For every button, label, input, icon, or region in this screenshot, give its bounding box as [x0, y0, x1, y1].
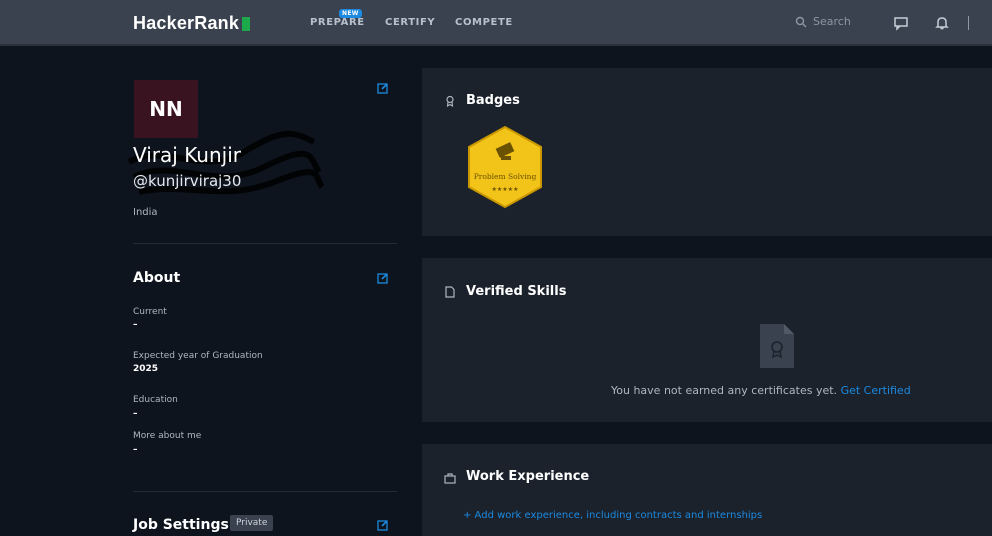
problem-solving-badge[interactable]: Problem Solving ★★★★★ [463, 125, 547, 209]
about-field-value: – [133, 409, 138, 419]
verified-skills-panel [422, 258, 992, 422]
verified-skills-heading: Verified Skills [466, 284, 567, 299]
about-field-value: – [133, 320, 138, 330]
edit-about-icon[interactable] [377, 272, 389, 284]
profile-name: Viraj Kunjir [133, 143, 241, 167]
nav-prepare[interactable]: PREPARE [310, 17, 365, 28]
edit-job-settings-icon[interactable] [377, 519, 389, 531]
badges-heading: Badges [466, 93, 520, 108]
messages-icon[interactable] [893, 15, 909, 31]
get-certified-link[interactable]: Get Certified [841, 384, 911, 397]
notifications-bell-icon[interactable] [934, 15, 950, 31]
profile-username: @kunjirviraj30 [133, 172, 242, 190]
sidebar-divider [133, 243, 397, 244]
profile-country: India [133, 207, 158, 218]
certificate-placeholder-icon [760, 324, 794, 368]
badge-name-label: Problem Solving [474, 172, 537, 181]
badge-ribbon-icon [446, 95, 454, 107]
nav-certify[interactable]: CERTIFY [385, 17, 435, 28]
job-settings-heading: Job Settings [133, 517, 229, 533]
about-field-label: Expected year of Graduation [133, 351, 263, 361]
search-box[interactable]: Search [795, 15, 851, 28]
hackerrank-logo[interactable]: HackerRank [133, 13, 251, 34]
empty-state-text: You have not earned any certificates yet… [611, 384, 838, 397]
work-experience-heading: Work Experience [466, 469, 590, 484]
document-icon [445, 286, 455, 298]
brand-name: HackerRank [133, 13, 240, 33]
about-field-value: 2025 [133, 364, 159, 374]
logo-mark-icon [242, 16, 251, 31]
badge-stars: ★★★★★ [492, 186, 519, 193]
briefcase-icon [444, 473, 456, 484]
about-field-label: Current [133, 307, 167, 317]
work-experience-panel [422, 444, 992, 536]
edit-profile-icon[interactable] [377, 82, 389, 94]
add-work-experience-link[interactable]: + Add work experience, including contrac… [463, 510, 762, 521]
about-field-label: More about me [133, 431, 202, 441]
search-placeholder: Search [813, 15, 851, 28]
about-heading: About [133, 270, 181, 286]
sidebar-divider [133, 491, 397, 492]
nav-separator [968, 16, 969, 30]
no-certificates-message: You have not earned any certificates yet… [611, 384, 911, 397]
nav-compete[interactable]: COMPETE [455, 17, 513, 28]
top-navigation-bar: HackerRank PREPARE NEW CERTIFY COMPETE S… [0, 0, 992, 46]
about-field-value: – [133, 445, 138, 455]
about-field-label: Education [133, 395, 178, 405]
search-icon [795, 16, 807, 27]
redaction-scribble [127, 130, 324, 195]
new-badge: NEW [339, 9, 362, 18]
job-visibility-badge: Private [230, 515, 274, 531]
